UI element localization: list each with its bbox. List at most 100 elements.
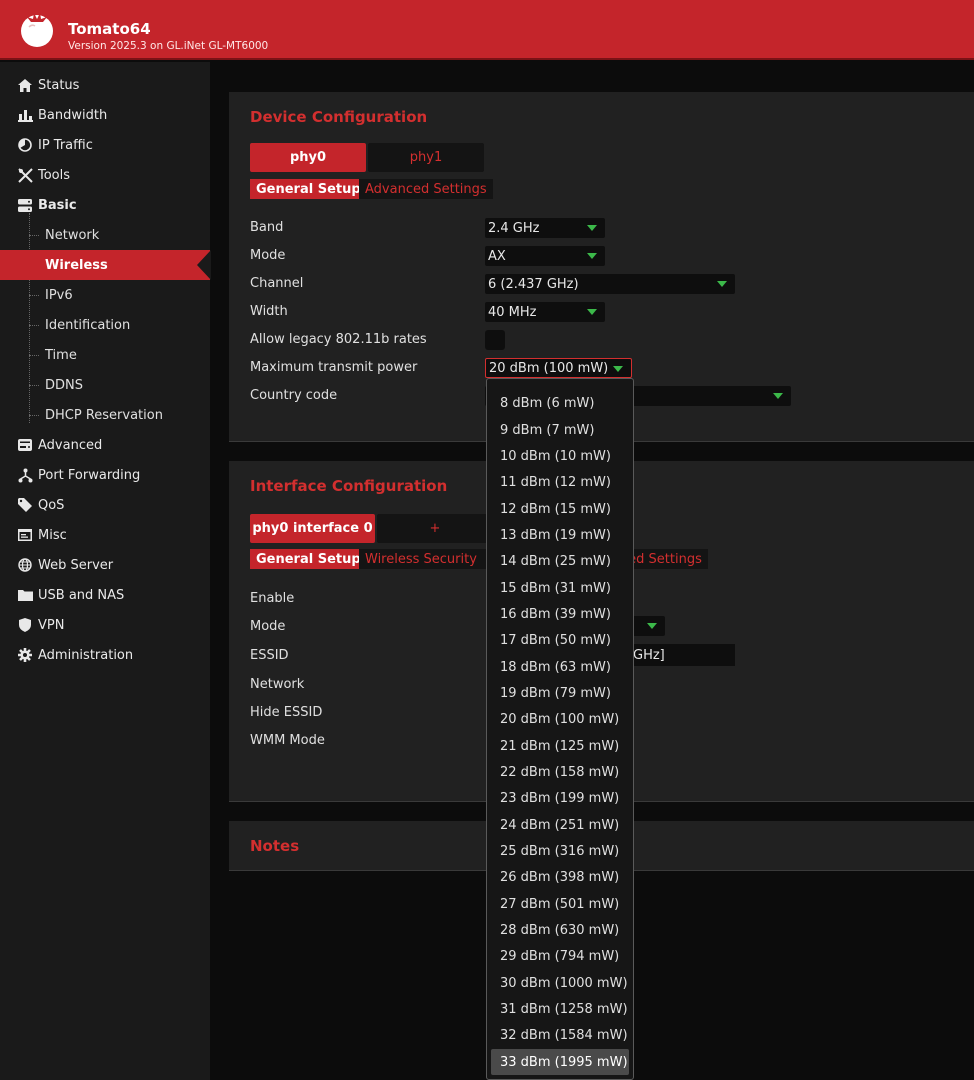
txpower-option[interactable]: 17 dBm (50 mW) — [491, 627, 629, 653]
txpower-option[interactable]: 13 dBm (19 mW) — [491, 522, 629, 548]
txpower-option[interactable]: 11 dBm (12 mW) — [491, 469, 629, 495]
sidebar-subitem-network[interactable]: Network — [0, 220, 210, 250]
txpower-select[interactable]: 20 dBm (100 mW) — [485, 358, 632, 378]
txpower-option[interactable]: 31 dBm (1258 mW) — [491, 996, 629, 1022]
sidebar-item-ip-traffic[interactable]: IP Traffic — [0, 130, 210, 160]
sidebar-item-advanced[interactable]: Advanced — [0, 430, 210, 460]
txpower-value: 20 dBm (100 mW) — [489, 360, 609, 376]
txpower-option[interactable]: 26 dBm (398 mW) — [491, 864, 629, 890]
sidebar-item-port-forwarding[interactable]: Port Forwarding — [0, 460, 210, 490]
channel-value: 6 (2.437 GHz) — [488, 276, 579, 292]
subtab-general-setup[interactable]: General Setup — [250, 549, 367, 569]
bar-chart-icon — [16, 109, 34, 122]
dropdown-arrow-icon — [587, 225, 597, 231]
essid-input[interactable]: GHz] — [619, 644, 735, 666]
sidebar-item-label: IP Traffic — [38, 137, 93, 153]
tab-phy1[interactable]: phy1 — [368, 143, 484, 172]
country-code-label: Country code — [250, 388, 338, 403]
server-icon — [16, 198, 34, 212]
legacy-rates-checkbox[interactable] — [485, 330, 505, 350]
txpower-option[interactable]: 32 dBm (1584 mW) — [491, 1022, 629, 1048]
mode-select[interactable]: AX — [485, 246, 605, 266]
subtab-advanced-settings[interactable]: ced Settings — [621, 549, 708, 569]
globe-icon — [16, 558, 34, 572]
gear-icon — [16, 648, 34, 662]
tab-add-interface[interactable]: + — [377, 514, 493, 543]
txpower-option[interactable]: 21 dBm (125 mW) — [491, 733, 629, 759]
dropdown-arrow-icon — [587, 309, 597, 315]
sidebar-item-label: USB and NAS — [38, 587, 125, 603]
sidebar: Status Bandwidth IP Traffic Tools Basic … — [0, 62, 211, 1080]
sidebar-item-web-server[interactable]: Web Server — [0, 550, 210, 580]
txpower-option-highlighted[interactable]: 33 dBm (1995 mW) — [491, 1049, 629, 1075]
device-configuration-title: Device Configuration — [250, 108, 428, 126]
wmm-mode-label: WMM Mode — [250, 733, 325, 748]
legacy-rates-label: Allow legacy 802.11b rates — [250, 332, 427, 347]
channel-select[interactable]: 6 (2.437 GHz) — [485, 274, 735, 294]
width-label: Width — [250, 304, 288, 319]
sidebar-subitem-time[interactable]: Time — [0, 340, 210, 370]
txpower-option[interactable]: 15 dBm (31 mW) — [491, 575, 629, 601]
sidebar-item-label: Bandwidth — [38, 107, 108, 123]
txpower-option[interactable]: 14 dBm (25 mW) — [491, 548, 629, 574]
hide-essid-label: Hide ESSID — [250, 705, 323, 720]
home-icon — [16, 78, 34, 92]
sidebar-item-qos[interactable]: QoS — [0, 490, 210, 520]
mode-label: Mode — [250, 248, 286, 263]
app-version: Version 2025.3 on GL.iNet GL-MT6000 — [68, 40, 269, 52]
enable-label: Enable — [250, 591, 295, 606]
shield-icon — [16, 618, 34, 632]
txpower-option[interactable]: 27 dBm (501 mW) — [491, 891, 629, 917]
txpower-option[interactable]: 25 dBm (316 mW) — [491, 838, 629, 864]
dropdown-arrow-icon — [613, 366, 623, 372]
iface-mode-label: Mode — [250, 619, 286, 634]
band-select[interactable]: 2.4 GHz — [485, 218, 605, 238]
txpower-label: Maximum transmit power — [250, 360, 418, 375]
txpower-option[interactable]: 16 dBm (39 mW) — [491, 601, 629, 627]
band-value: 2.4 GHz — [488, 220, 540, 236]
sidebar-item-status[interactable]: Status — [0, 70, 210, 100]
txpower-option[interactable]: 28 dBm (630 mW) — [491, 917, 629, 943]
sidebar-item-vpn[interactable]: VPN — [0, 610, 210, 640]
txpower-option[interactable]: 9 dBm (7 mW) — [491, 417, 629, 443]
tab-phy0-interface-0[interactable]: phy0 interface 0 — [250, 514, 375, 543]
sidebar-item-misc[interactable]: Misc — [0, 520, 210, 550]
txpower-option[interactable]: 23 dBm (199 mW) — [491, 785, 629, 811]
width-select[interactable]: 40 MHz — [485, 302, 605, 322]
txpower-option[interactable]: 30 dBm (1000 mW) — [491, 970, 629, 996]
app-header: Tomato64 Version 2025.3 on GL.iNet GL-MT… — [0, 0, 974, 60]
txpower-option[interactable]: 29 dBm (794 mW) — [491, 943, 629, 969]
sidebar-item-label: VPN — [38, 617, 65, 633]
channel-label: Channel — [250, 276, 304, 291]
txpower-option[interactable]: 8 dBm (6 mW) — [491, 390, 629, 416]
subtab-advanced-settings[interactable]: Advanced Settings — [359, 179, 493, 199]
sidebar-item-administration[interactable]: Administration — [0, 640, 210, 670]
tab-phy0[interactable]: phy0 — [250, 143, 366, 172]
sidebar-item-tools[interactable]: Tools — [0, 160, 210, 190]
window-icon — [16, 529, 34, 541]
sidebar-item-label: Status — [38, 77, 80, 93]
sidebar-subitem-ddns[interactable]: DDNS — [0, 370, 210, 400]
txpower-option[interactable]: 20 dBm (100 mW) — [491, 706, 629, 732]
network-icon — [16, 468, 34, 483]
hdd-icon — [16, 439, 34, 451]
notes-title[interactable]: Notes — [250, 837, 299, 855]
txpower-option[interactable]: 24 dBm (251 mW) — [491, 812, 629, 838]
txpower-dropdown-list[interactable]: 8 dBm (6 mW) 9 dBm (7 mW) 10 dBm (10 mW)… — [486, 378, 634, 1080]
sidebar-subitem-wireless[interactable]: Wireless — [0, 250, 211, 280]
sidebar-item-bandwidth[interactable]: Bandwidth — [0, 100, 210, 130]
sidebar-item-basic[interactable]: Basic — [0, 190, 210, 220]
interface-configuration-title: Interface Configuration — [250, 477, 448, 495]
txpower-option[interactable]: 19 dBm (79 mW) — [491, 680, 629, 706]
subtab-general-setup[interactable]: General Setup — [250, 179, 367, 199]
sidebar-subitem-identification[interactable]: Identification — [0, 310, 210, 340]
tag-icon — [16, 498, 34, 512]
txpower-option[interactable]: 22 dBm (158 mW) — [491, 759, 629, 785]
sidebar-subitem-dhcp-reservation[interactable]: DHCP Reservation — [0, 400, 210, 430]
txpower-option[interactable]: 10 dBm (10 mW) — [491, 443, 629, 469]
txpower-option[interactable]: 12 dBm (15 mW) — [491, 496, 629, 522]
sidebar-subitem-ipv6[interactable]: IPv6 — [0, 280, 210, 310]
subtab-wireless-security[interactable]: Wireless Security — [359, 549, 483, 569]
sidebar-item-usb-nas[interactable]: USB and NAS — [0, 580, 210, 610]
txpower-option[interactable]: 18 dBm (63 mW) — [491, 654, 629, 680]
